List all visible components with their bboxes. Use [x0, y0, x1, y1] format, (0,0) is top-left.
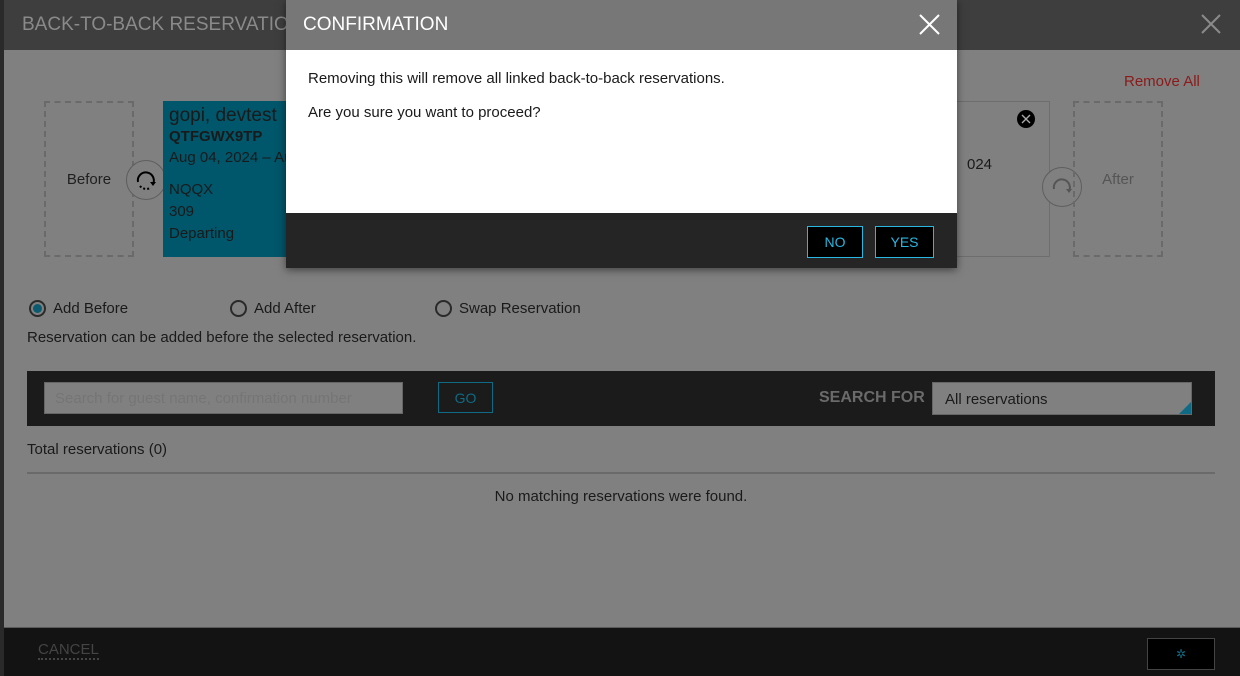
before-slot[interactable]: Before [44, 101, 134, 257]
no-button[interactable]: NO [807, 226, 863, 258]
remove-all-link[interactable]: Remove All [1124, 73, 1200, 90]
room-type: NQQX [169, 181, 214, 198]
empty-message: No matching reservations were found. [494, 488, 748, 505]
search-input[interactable] [44, 382, 403, 414]
search-bar: GO SEARCH FOR All reservations [27, 371, 1215, 426]
dialog-footer: CANCEL ✲ [4, 627, 1240, 676]
modal-footer: NO YES [286, 213, 957, 268]
radio-label: Add After [254, 300, 316, 317]
guest-name: gopi, devtest [169, 105, 277, 126]
divider [27, 472, 1215, 474]
modal-question: Are you sure you want to proceed? [308, 104, 541, 121]
modal-message: Removing this will remove all linked bac… [308, 70, 725, 87]
stay-dates: 024 [967, 156, 993, 173]
spinner-icon: ✲ [1175, 647, 1187, 661]
radio-swap-reservation[interactable]: Swap Reservation [435, 300, 581, 317]
modal-title: CONFIRMATION [303, 14, 449, 35]
select-value: All reservations [945, 391, 1048, 408]
total-reservations: Total reservations (0) [27, 441, 168, 458]
after-slot[interactable]: After [1073, 101, 1163, 257]
confirmation-modal: CONFIRMATION Removing this will remove a… [286, 0, 957, 268]
remove-icon[interactable] [1017, 110, 1035, 128]
close-icon[interactable] [919, 14, 940, 35]
search-for-select[interactable]: All reservations [932, 382, 1192, 415]
close-icon[interactable] [1200, 13, 1222, 35]
room-number: 309 [169, 203, 195, 220]
rotate-before-icon[interactable] [126, 160, 166, 200]
radio-label: Add Before [53, 300, 129, 317]
dropdown-icon [1179, 402, 1191, 414]
reservation-card[interactable]: gopi, devtest QTFGWX9TP Aug 04, 2024 – A… [163, 101, 303, 257]
confirmation-number: QTFGWX9TP [169, 128, 263, 145]
reservation-card-2[interactable]: 024 [944, 101, 1050, 257]
dialog-title: BACK-TO-BACK RESERVATIONS [22, 14, 316, 35]
radio-label: Swap Reservation [459, 300, 581, 317]
go-button[interactable]: GO [438, 382, 493, 413]
reservation-status: Departing [169, 225, 235, 242]
loading-button[interactable]: ✲ [1147, 638, 1215, 670]
modal-header: CONFIRMATION [286, 0, 957, 50]
hint-text: Reservation can be added before the sele… [27, 329, 417, 346]
cancel-button[interactable]: CANCEL [38, 641, 99, 660]
radio-add-after[interactable]: Add After [230, 300, 316, 317]
yes-button[interactable]: YES [875, 226, 934, 258]
radio-add-before[interactable]: Add Before [29, 300, 128, 317]
stay-dates: Aug 04, 2024 – Aug 05, 2024 [169, 149, 303, 166]
search-for-label: SEARCH FOR [819, 389, 925, 406]
